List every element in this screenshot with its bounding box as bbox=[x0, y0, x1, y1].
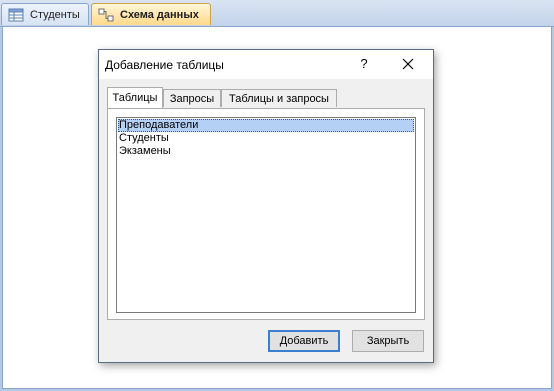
add-button[interactable]: Добавить bbox=[268, 330, 340, 352]
table-icon bbox=[8, 8, 24, 22]
document-tab-strip: Студенты Схема данных bbox=[0, 0, 554, 27]
tables-listbox[interactable]: Преподаватели Студенты Экзамены bbox=[116, 117, 416, 313]
list-item-students[interactable]: Студенты bbox=[118, 132, 414, 145]
close-icon[interactable] bbox=[397, 54, 419, 74]
doc-tab-label: Схема данных bbox=[120, 8, 199, 21]
list-item-teachers[interactable]: Преподаватели bbox=[118, 119, 414, 132]
dialog-tabs: Таблицы Запросы Таблицы и запросы bbox=[107, 87, 427, 108]
tab-panel: Преподаватели Студенты Экзамены bbox=[107, 108, 425, 320]
doc-tab-students[interactable]: Студенты bbox=[1, 3, 89, 25]
tab-tables-and-queries[interactable]: Таблицы и запросы bbox=[221, 89, 337, 107]
tab-queries[interactable]: Запросы bbox=[163, 89, 221, 107]
list-item-exams[interactable]: Экзамены bbox=[118, 145, 414, 158]
add-table-dialog: Добавление таблицы ? Таблицы Запросы Таб… bbox=[98, 49, 434, 363]
doc-tab-label: Студенты bbox=[30, 8, 80, 21]
dialog-titlebar[interactable]: Добавление таблицы ? bbox=[99, 50, 433, 79]
help-button[interactable]: ? bbox=[357, 56, 371, 72]
close-button[interactable]: Закрыть bbox=[352, 330, 424, 352]
dialog-title: Добавление таблицы bbox=[105, 58, 224, 72]
doc-tab-relationships[interactable]: Схема данных bbox=[91, 3, 211, 25]
relationships-icon bbox=[98, 8, 114, 22]
tab-tables[interactable]: Таблицы bbox=[107, 87, 163, 108]
